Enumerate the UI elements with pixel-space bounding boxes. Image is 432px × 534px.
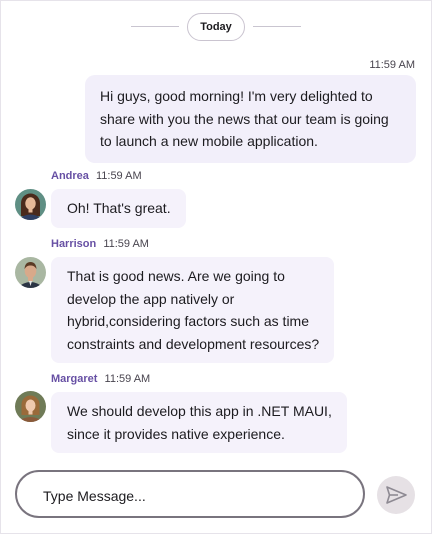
- message-line: That is good news. Are we going to: [67, 268, 285, 284]
- author-name: Harrison: [51, 238, 97, 250]
- send-icon: [386, 486, 407, 504]
- separator-line-left: [131, 26, 179, 27]
- message-input[interactable]: [41, 484, 345, 508]
- message-line: Oh! That's great.: [67, 200, 171, 216]
- message-line: share with you the news that our team is…: [100, 110, 389, 127]
- message-meta: Harrison 11:59 AM: [51, 238, 149, 250]
- message-meta: Andrea 11:59 AM: [51, 170, 142, 182]
- date-separator: Today: [1, 13, 431, 41]
- message-time: 11:59 AM: [95, 170, 142, 182]
- message-line: develop the app natively or: [67, 290, 235, 307]
- message-line: since it provides native experience.: [67, 425, 285, 442]
- incoming-message-bubble[interactable]: That is good news. Are we going to devel…: [51, 257, 335, 363]
- incoming-message-bubble[interactable]: Oh! That's great.: [51, 189, 186, 228]
- woman-avatar-icon: [15, 391, 46, 422]
- message-line: We should develop this app in .NET MAUI,: [67, 403, 332, 419]
- chat-window: Today 11:59 AM Hi guys, good morning! I'…: [0, 0, 432, 534]
- message-line: to launch a new mobile application.: [100, 133, 318, 149]
- author-name: Margaret: [51, 373, 98, 385]
- incoming-message-bubble[interactable]: We should develop this app in .NET MAUI,…: [51, 392, 347, 453]
- avatar[interactable]: [15, 189, 46, 220]
- woman-avatar-icon: [15, 189, 46, 220]
- date-separator-label: Today: [187, 13, 245, 41]
- message-line: hybrid,considering factors such as time: [67, 313, 309, 329]
- separator-line-right: [253, 26, 301, 27]
- author-name: Andrea: [51, 170, 89, 182]
- message-time: 11:59 AM: [103, 238, 149, 250]
- avatar[interactable]: [15, 257, 46, 288]
- avatar[interactable]: [15, 391, 46, 422]
- message-line: constraints and development resources?: [67, 335, 320, 352]
- message-line: Hi guys, good morning! I'm very delighte…: [100, 88, 373, 104]
- man-avatar-icon: [15, 257, 46, 288]
- outgoing-message-bubble[interactable]: Hi guys, good morning! I'm very delighte…: [85, 75, 416, 163]
- outgoing-message-time: 11:59 AM: [369, 59, 415, 71]
- message-composer: [15, 470, 365, 518]
- message-meta: Margaret 11:59 AM: [51, 373, 150, 385]
- message-time: 11:59 AM: [104, 373, 151, 385]
- send-button[interactable]: [377, 476, 415, 514]
